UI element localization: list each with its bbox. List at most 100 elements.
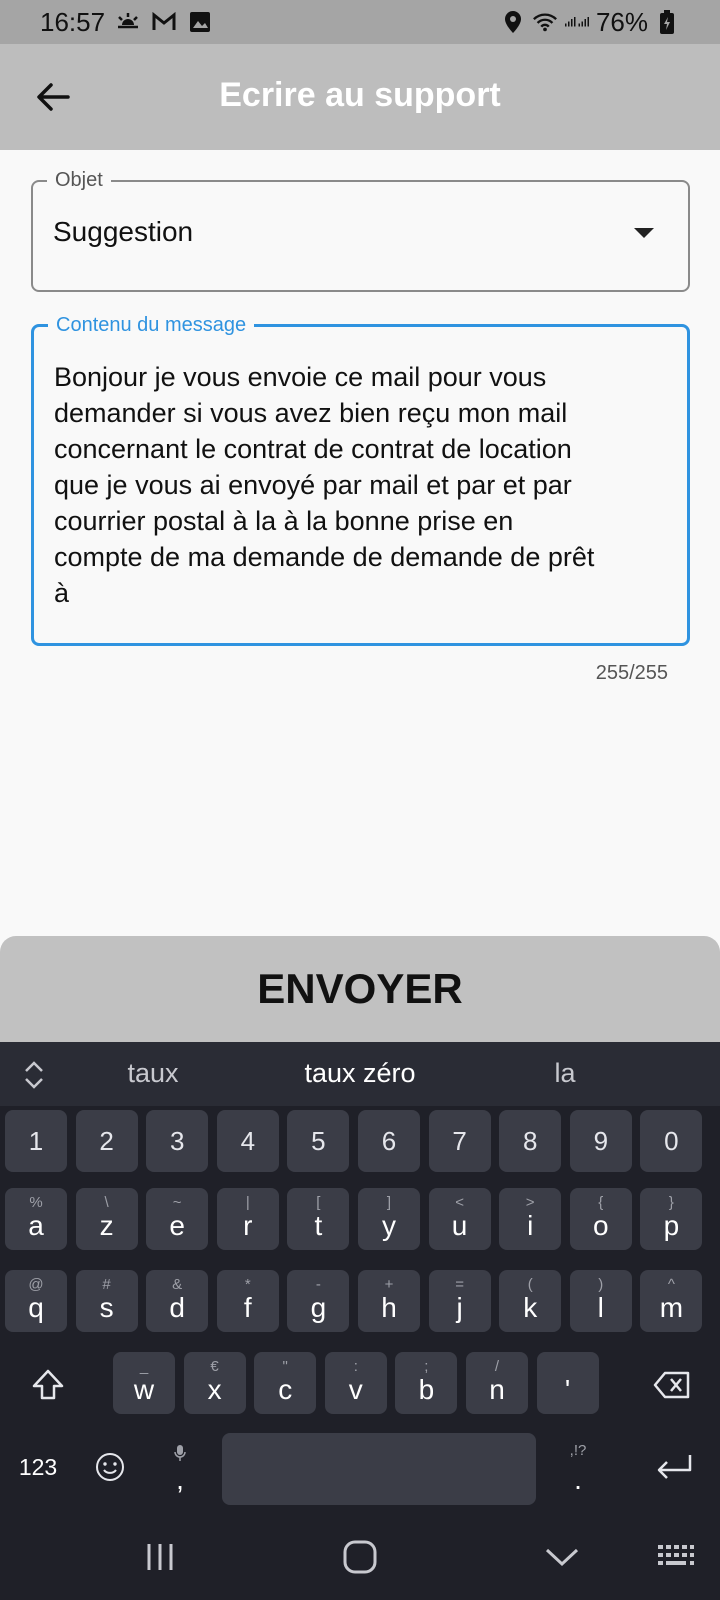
key-label: x	[207, 1374, 222, 1405]
key-c[interactable]: " c	[254, 1352, 317, 1414]
key-5[interactable]: 5	[287, 1110, 350, 1172]
location-icon	[500, 9, 526, 35]
key-a[interactable]: % a	[5, 1188, 67, 1250]
battery-icon	[654, 9, 680, 35]
key-label: u	[451, 1210, 468, 1241]
signal-icon	[564, 9, 590, 35]
key-label: v	[348, 1374, 363, 1405]
key-hint: )	[598, 1276, 604, 1293]
suggestion-item[interactable]: taux zéro	[290, 1058, 430, 1089]
key-i[interactable]: > i	[499, 1188, 562, 1250]
recent-apps-button[interactable]	[130, 1532, 190, 1582]
key-u[interactable]: < u	[428, 1188, 491, 1250]
key-t[interactable]: [t	[287, 1188, 350, 1250]
key-label: r	[243, 1210, 253, 1241]
keyboard-switch-button[interactable]	[646, 1532, 706, 1582]
key-3[interactable]: 3	[146, 1110, 209, 1172]
key-hint: &	[172, 1276, 183, 1293]
home-button[interactable]	[330, 1532, 390, 1582]
key-f[interactable]: * f	[216, 1270, 279, 1332]
key-4[interactable]: 4	[216, 1110, 279, 1172]
key-s[interactable]: # s	[75, 1270, 138, 1332]
key-label: h	[381, 1292, 397, 1323]
key-2[interactable]: 2	[75, 1110, 138, 1172]
key-1[interactable]: 1	[5, 1110, 67, 1172]
key-label: c	[278, 1374, 293, 1405]
enter-icon	[657, 1455, 692, 1479]
key-label: 6	[381, 1125, 397, 1156]
key-label: 5	[311, 1125, 326, 1156]
comma-key[interactable]: ,	[150, 1436, 210, 1502]
microphone-icon	[174, 1445, 186, 1461]
key-0[interactable]: 0	[640, 1110, 703, 1172]
key-n[interactable]: / n	[466, 1352, 528, 1414]
key-l[interactable]: ) l	[569, 1270, 632, 1332]
key-p[interactable]: } p	[640, 1188, 703, 1250]
key-label: w	[133, 1374, 155, 1405]
key-8[interactable]: 8	[499, 1110, 562, 1172]
enter-key[interactable]	[636, 1436, 712, 1498]
gmail-icon	[151, 9, 177, 35]
suggestion-item[interactable]: taux	[83, 1058, 223, 1089]
period-key[interactable]: ,!? .	[548, 1436, 608, 1502]
shift-key[interactable]	[10, 1354, 86, 1416]
key-label: y	[382, 1210, 396, 1241]
comma-label: ,	[176, 1464, 184, 1495]
key-d[interactable]: & d	[146, 1270, 209, 1332]
object-dropdown[interactable]: Objet Suggestion	[31, 168, 690, 292]
key-j[interactable]: = j	[428, 1270, 491, 1332]
wifi-icon	[532, 9, 558, 35]
hide-keyboard-button[interactable]	[532, 1532, 592, 1582]
key-hint: €	[210, 1358, 219, 1375]
key-b[interactable]: ; b	[395, 1352, 458, 1414]
key-hint: {	[598, 1194, 604, 1211]
key-label: t	[314, 1210, 323, 1241]
key-label: g	[310, 1292, 327, 1323]
key-q[interactable]: @ q	[5, 1270, 67, 1332]
key-label: d	[169, 1292, 185, 1323]
send-button[interactable]: ENVOYER	[0, 936, 720, 1042]
key-x[interactable]: € x	[183, 1352, 246, 1414]
period-label: .	[574, 1464, 582, 1495]
expand-toolbar-icon[interactable]	[20, 1060, 48, 1090]
key-h[interactable]: + h	[358, 1270, 420, 1332]
key-label: k	[523, 1292, 538, 1323]
key-hint: :	[353, 1358, 358, 1375]
key-z[interactable]: \ z	[75, 1188, 138, 1250]
backspace-key[interactable]	[634, 1354, 710, 1416]
suggestion-bar: taux taux zéro la	[0, 1042, 720, 1106]
key-apostrophe[interactable]: '	[536, 1352, 599, 1414]
status-bar: 16:57 76%	[0, 0, 720, 44]
key-r[interactable]: | r	[216, 1188, 279, 1250]
key-hint: >	[525, 1194, 535, 1211]
key-k[interactable]: (k	[499, 1270, 562, 1332]
key-label: i	[527, 1210, 534, 1241]
key-label: f	[243, 1292, 252, 1323]
mode-switch-key[interactable]: 123	[6, 1436, 70, 1498]
key-y[interactable]: ] y	[358, 1188, 420, 1250]
key-v[interactable]: :v	[324, 1352, 387, 1414]
key-9[interactable]: 9	[569, 1110, 632, 1172]
key-g[interactable]: -g	[287, 1270, 350, 1332]
key-6[interactable]: 6	[358, 1110, 420, 1172]
space-key[interactable]	[222, 1433, 536, 1505]
key-label: n	[489, 1374, 505, 1405]
battery-percent: 76%	[595, 6, 648, 37]
key-hint: <	[455, 1194, 464, 1211]
object-label: Objet	[47, 168, 111, 192]
suggestion-item[interactable]: la	[495, 1058, 635, 1089]
key-w[interactable]: _ w	[113, 1352, 175, 1414]
keyboard-icon	[658, 1545, 694, 1565]
key-o[interactable]: {o	[569, 1188, 632, 1250]
status-time: 16:57	[40, 6, 106, 37]
key-hint: }	[668, 1194, 674, 1211]
emoji-key[interactable]	[80, 1436, 140, 1498]
shift-icon	[32, 1369, 64, 1400]
key-e[interactable]: ~ e	[146, 1188, 209, 1250]
key-hint: [	[316, 1194, 321, 1211]
key-hint: %	[29, 1194, 43, 1211]
key-label: 8	[522, 1125, 538, 1156]
key-m[interactable]: ^ m	[640, 1270, 703, 1332]
message-textarea[interactable]: Contenu du message Bonjour je vous envoi…	[31, 313, 690, 646]
key-7[interactable]: 7	[428, 1110, 491, 1172]
